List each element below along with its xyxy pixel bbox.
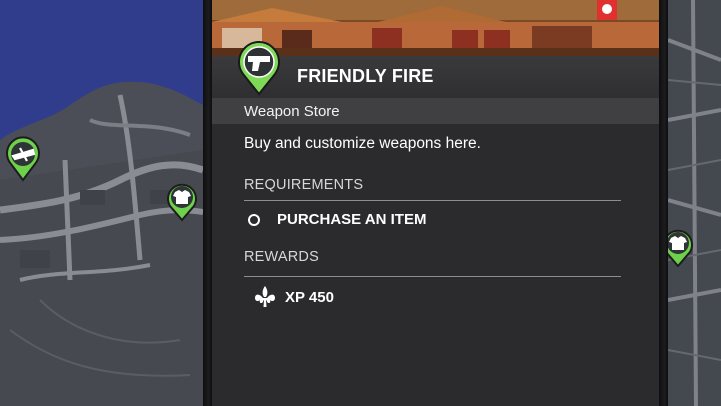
plane-icon[interactable] (3, 136, 43, 182)
requirements-heading: REQUIREMENTS (244, 177, 364, 193)
world-map-left[interactable] (0, 0, 203, 406)
requirement-label: PURCHASE AN ITEM (277, 211, 427, 228)
activity-description: Buy and customize weapons here. (244, 135, 481, 152)
empty-circle-icon (248, 213, 260, 226)
rewards-heading: REWARDS (244, 249, 319, 265)
requirements-divider (244, 200, 621, 201)
reward-item: XP 450 (253, 285, 334, 309)
game-screen: FRIENDLY FIRE Weapon Store Buy and custo… (0, 0, 721, 406)
map-terrain-right (668, 0, 721, 406)
pistol-icon (238, 41, 280, 96)
shirt-icon[interactable] (668, 226, 698, 268)
reward-label: XP 450 (285, 288, 334, 306)
fleur-de-lis-icon (255, 286, 275, 307)
world-map-right[interactable] (668, 0, 721, 406)
activity-type: Weapon Store (244, 103, 340, 120)
rewards-divider (244, 276, 621, 277)
panel-frame-left (203, 0, 212, 406)
activity-title: FRIENDLY FIRE (297, 66, 434, 86)
shirt-icon[interactable] (164, 180, 200, 222)
requirement-item: PURCHASE AN ITEM (248, 211, 426, 228)
panel-frame-right (659, 0, 668, 406)
panel-body (212, 124, 659, 406)
